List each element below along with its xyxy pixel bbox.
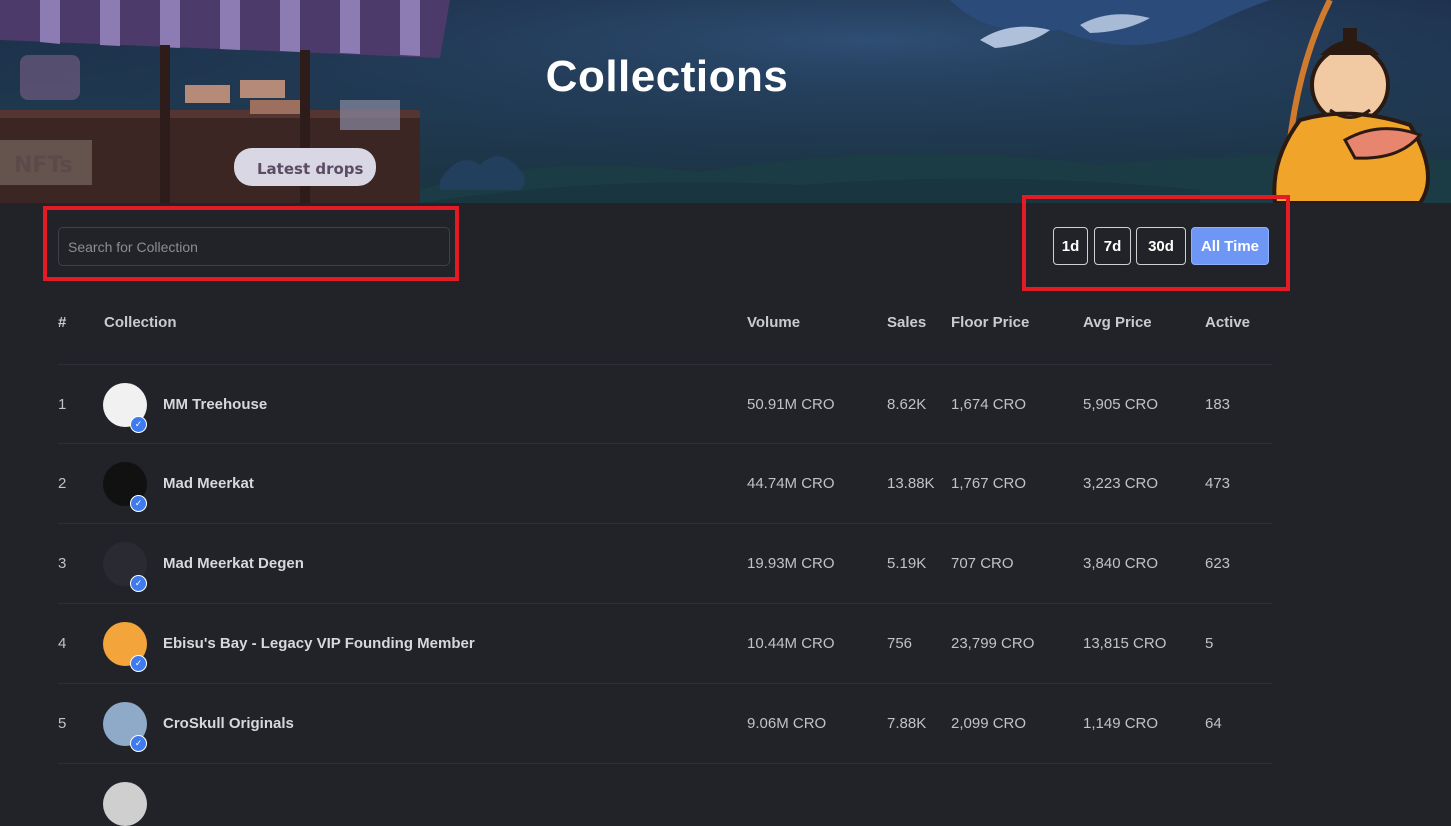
cell-sales: 8.62K xyxy=(887,396,927,413)
table-row[interactable]: ✓ 4 Ebisu's Bay - Legacy VIP Founding Memb… xyxy=(58,603,1272,683)
cell-volume: 19.93M CRO xyxy=(747,555,835,572)
check-badge-icon: ✓ xyxy=(130,416,147,433)
collection-avatar xyxy=(103,782,147,826)
cell-avg: 3,840 CRO xyxy=(1083,555,1159,572)
check-badge-icon: ✓ xyxy=(130,655,147,672)
col-sales[interactable]: Sales xyxy=(887,314,926,331)
cell-name[interactable]: MM Treehouse xyxy=(163,365,267,444)
hero-banner: NFTs Latest drops Collections xyxy=(0,0,1451,203)
cell-sales: 756 xyxy=(887,635,913,652)
cell-volume: 44.74M CRO xyxy=(747,475,835,492)
cell-avg: 1,149 CRO xyxy=(1083,715,1159,732)
cell-avg: 13,815 CRO xyxy=(1083,635,1167,652)
search-input[interactable] xyxy=(58,227,450,266)
period-button-all-time[interactable]: All Time xyxy=(1191,227,1269,265)
page-title: Collections xyxy=(545,52,789,101)
col-avg-price[interactable]: Avg Price xyxy=(1083,314,1152,331)
cell-volume: 50.91M CRO xyxy=(747,396,835,413)
period-button-30d[interactable]: 30d xyxy=(1136,227,1186,265)
cell-active: 64 xyxy=(1205,715,1222,732)
cell-rank: 1 xyxy=(58,396,67,413)
cell-rank: 3 xyxy=(58,555,67,572)
cell-volume: 10.44M CRO xyxy=(747,635,835,652)
cell-rank: 2 xyxy=(58,475,67,492)
col-collection[interactable]: Collection xyxy=(104,314,177,331)
cell-avg: 3,223 CRO xyxy=(1083,475,1159,492)
cell-active: 473 xyxy=(1205,475,1231,492)
col-active[interactable]: Active xyxy=(1205,314,1250,331)
cell-name[interactable]: CroSkull Originals xyxy=(163,684,294,763)
cell-volume: 9.06M CRO xyxy=(747,715,827,732)
cell-floor: 1,767 CRO xyxy=(951,475,1027,492)
cell-floor: 23,799 CRO xyxy=(951,635,1035,652)
cell-active: 183 xyxy=(1205,396,1231,413)
cell-rank: 4 xyxy=(58,635,67,652)
table-row[interactable]: ✓ 2 Mad Meerkat 44.74M CRO 13.88K 1,767 CRO 3,… xyxy=(58,443,1272,523)
cell-rank: 5 xyxy=(58,715,67,732)
period-button-7d[interactable]: 7d xyxy=(1094,227,1131,265)
check-badge-icon: ✓ xyxy=(130,495,147,512)
col-rank: # xyxy=(58,314,67,331)
table-row[interactable]: ✓ 3 Mad Meerkat Degen 19.93M CRO 5.19K 707 CR… xyxy=(58,523,1272,603)
cell-floor: 707 CRO xyxy=(951,555,1014,572)
cell-sales: 7.88K xyxy=(887,715,927,732)
col-volume[interactable]: Volume xyxy=(747,314,800,331)
cell-name[interactable]: Mad Meerkat Degen xyxy=(163,524,304,603)
cell-name[interactable]: Ebisu's Bay - Legacy VIP Founding Member xyxy=(163,604,475,683)
table-row-partial xyxy=(58,763,1272,826)
period-button-1d[interactable]: 1d xyxy=(1053,227,1088,265)
check-badge-icon: ✓ xyxy=(130,575,147,592)
cell-floor: 1,674 CRO xyxy=(951,396,1027,413)
table-row[interactable]: ✓ 5 CroSkull Originals 9.06M CRO 7.88K 2,099 … xyxy=(58,683,1272,763)
cell-active: 5 xyxy=(1205,635,1214,652)
table-row[interactable]: ✓ 1 MM Treehouse 50.91M CRO 8.62K 1,674 CRO 5,… xyxy=(58,364,1272,444)
cell-sales: 5.19K xyxy=(887,555,927,572)
sign-nfts-text: NFTs xyxy=(14,153,73,178)
sign-latest-text: Latest drops xyxy=(257,160,364,178)
cell-active: 623 xyxy=(1205,555,1231,572)
cell-avg: 5,905 CRO xyxy=(1083,396,1159,413)
cell-name[interactable]: Mad Meerkat xyxy=(163,444,254,523)
table-header: # Collection Volume Sales Floor Price Av… xyxy=(0,314,1451,334)
cell-sales: 13.88K xyxy=(887,475,935,492)
cell-floor: 2,099 CRO xyxy=(951,715,1027,732)
col-floor-price[interactable]: Floor Price xyxy=(951,314,1029,331)
check-badge-icon: ✓ xyxy=(130,735,147,752)
